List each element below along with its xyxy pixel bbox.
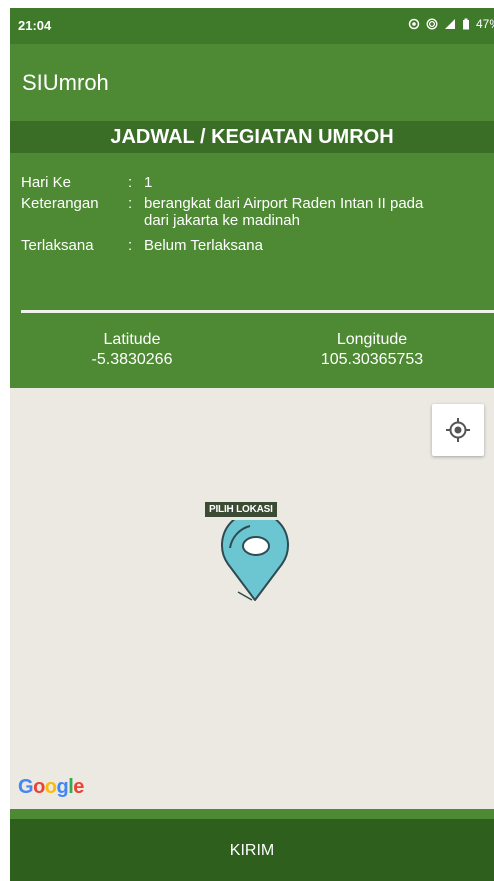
info-row-status: Terlaksana: Belum Terlaksana [21,237,263,254]
longitude-value: 105.30365753 [320,351,424,368]
latitude-block: Latitude -5.3830266 [32,330,232,370]
description-value: berangkat dari Airport Raden Intan II pa… [144,195,423,229]
day-value: 1 [144,174,153,191]
google-logo-letter: e [73,776,84,798]
hotspot-icon [426,18,438,30]
google-logo-letter: g [56,776,69,798]
info-row-description: Keterangan: berangkat dari Airport Raden … [21,195,423,229]
status-time: 21:04 [18,18,52,33]
description-colon: : [128,195,133,212]
location-icon [408,18,420,30]
google-logo-letter: o [33,776,45,798]
description-line-2: dari jakarta ke madinah [144,212,300,229]
app-screen: 21:04 47% SIUmroh JADWAL / KEGIATAN UMRO… [10,8,494,881]
status-value: Belum Terlaksana [144,237,263,254]
google-logo-letter: o [44,776,57,798]
description-line-1: berangkat dari Airport Raden Intan II pa… [144,195,424,212]
status-label: Terlaksana [21,237,94,254]
schedule-info: Hari Ke:1 Keterangan: berangkat dari Airp… [10,153,494,313]
status-bar: 21:04 47% [10,8,494,44]
my-location-button[interactable] [432,404,484,456]
latitude-value: -5.3830266 [91,351,173,368]
info-row-day: Hari Ke:1 [21,174,152,191]
section-title: JADWAL / KEGIATAN UMROH [10,121,494,153]
status-icons: 47% [408,17,494,31]
crosshair-icon [446,418,470,442]
battery-percent: 47% [475,17,494,31]
google-logo: Google [18,776,84,799]
submit-button[interactable]: KIRIM [10,819,494,881]
pin-label: PILIH LOKASI [205,502,277,517]
map-pin-icon[interactable] [216,520,294,602]
google-logo-letter: G [18,776,34,798]
map-view[interactable]: PILIH LOKASI Google [10,388,494,809]
status-colon: : [128,237,133,254]
longitude-label: Longitude [336,331,408,348]
app-bar: SIUmroh [10,44,494,116]
day-label: Hari Ke [21,174,72,191]
app-title: SIUmroh [22,70,109,95]
latitude-label: Latitude [103,331,161,348]
button-spacer [10,809,494,819]
description-label: Keterangan [21,195,99,212]
longitude-block: Longitude 105.30365753 [272,330,472,370]
battery-icon [462,18,469,30]
signal-icon [444,19,455,29]
coordinates-panel: Latitude -5.3830266 Longitude 105.303657… [10,313,494,388]
day-colon: : [128,174,133,191]
